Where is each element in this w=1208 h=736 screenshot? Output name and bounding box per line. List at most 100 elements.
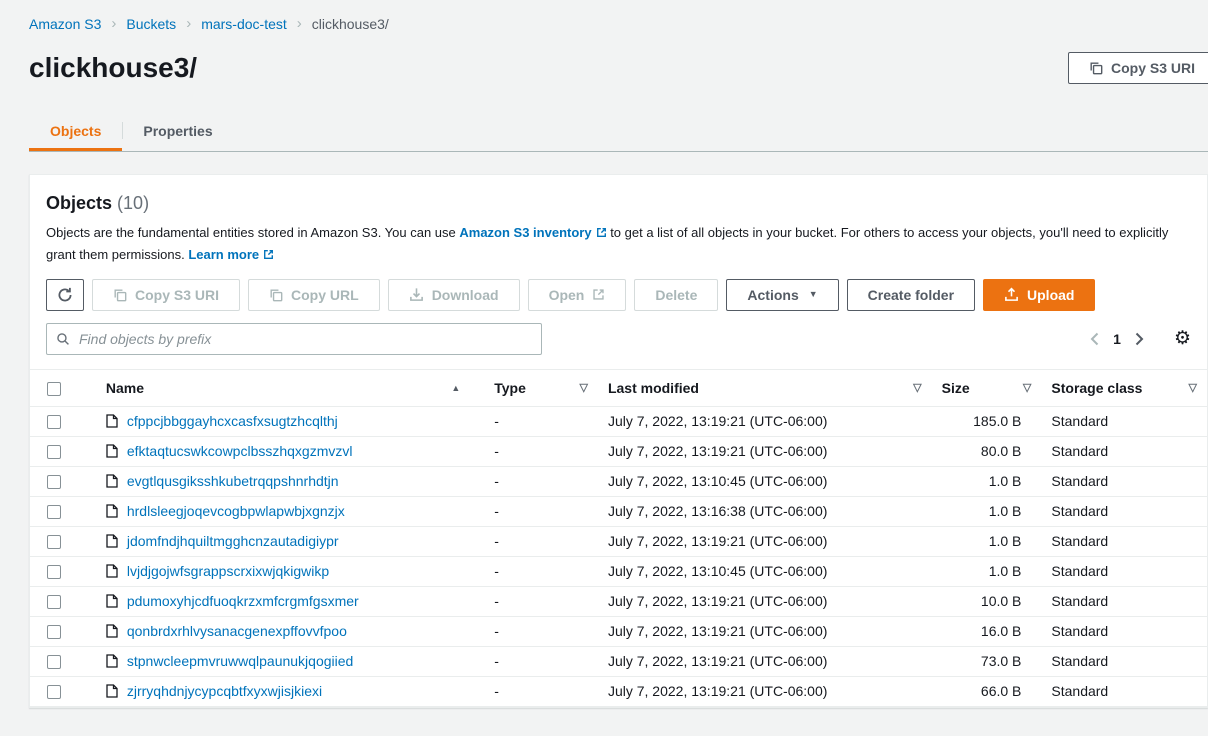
header-actions: Copy S3 URI: [1068, 52, 1208, 84]
select-all-checkbox[interactable]: [47, 382, 61, 396]
object-name-link[interactable]: lvjdjgojwfsgrappscrxixwjqkigwikp: [127, 563, 329, 579]
column-header-name[interactable]: Name ▲: [96, 369, 484, 406]
copy-s3-uri-label: Copy S3 URI: [1111, 61, 1195, 75]
description-text-1: Objects are the fundamental entities sto…: [46, 225, 459, 240]
row-checkbox[interactable]: [47, 625, 61, 639]
object-name-link[interactable]: cfppcjbbggayhcxcasfxsugtzhcqlthj: [127, 413, 338, 429]
object-storage-class: Standard: [1041, 556, 1207, 586]
object-size: 66.0 B: [932, 676, 1042, 706]
sort-toggle-icon[interactable]: ▽: [913, 381, 921, 394]
tab-objects[interactable]: Objects: [29, 110, 122, 151]
breadcrumb-current-clickhouse3: clickhouse3/: [312, 16, 389, 32]
download-icon: [409, 287, 424, 302]
copy-icon: [113, 288, 127, 302]
chevron-right-icon: ›: [297, 15, 302, 32]
breadcrumb-link-amazon-s3[interactable]: Amazon S3: [29, 16, 101, 32]
refresh-icon: [57, 287, 73, 303]
object-storage-class: Standard: [1041, 586, 1207, 616]
object-size: 1.0 B: [932, 466, 1042, 496]
object-name-link[interactable]: evgtlqusgiksshkubetrqqpshnrhdtjn: [127, 473, 339, 489]
sort-toggle-icon[interactable]: ▽: [579, 381, 587, 394]
row-checkbox[interactable]: [47, 685, 61, 699]
table-row: efktaqtucswkcowpclbsszhqxgzmvzvl - July …: [30, 436, 1207, 466]
copy-s3-uri-header-button[interactable]: Copy S3 URI: [1068, 52, 1208, 84]
tab-properties[interactable]: Properties: [122, 110, 233, 151]
column-header-size[interactable]: Size ▽: [932, 369, 1042, 406]
download-button[interactable]: Download: [388, 279, 520, 311]
refresh-button[interactable]: [46, 279, 84, 311]
object-last-modified: July 7, 2022, 13:19:21 (UTC-06:00): [598, 406, 932, 436]
object-type: -: [484, 436, 598, 466]
breadcrumb: Amazon S3 › Buckets › mars-doc-test › cl…: [0, 0, 1208, 32]
object-last-modified: July 7, 2022, 13:16:38 (UTC-06:00): [598, 496, 932, 526]
sort-ascending-icon[interactable]: ▲: [451, 383, 474, 393]
search-box: [46, 323, 542, 355]
object-name-link[interactable]: pdumoxyhjcdfuoqkrzxmfcrgmfgsxmer: [127, 593, 359, 609]
object-name-link[interactable]: stpnwcleepmvruwwqlpaunukjqogiied: [127, 653, 353, 669]
search-input[interactable]: [46, 323, 542, 355]
object-type: -: [484, 646, 598, 676]
object-name-link[interactable]: jdomfndjhquiltmgghcnzautadigiypr: [127, 533, 339, 549]
upload-button[interactable]: Upload: [983, 279, 1095, 311]
learn-more-link[interactable]: Learn more: [188, 247, 274, 262]
object-type: -: [484, 586, 598, 616]
file-icon: [106, 444, 118, 458]
search-icon: [56, 332, 70, 349]
row-checkbox[interactable]: [47, 415, 61, 429]
file-icon: [106, 564, 118, 578]
object-type: -: [484, 556, 598, 586]
chevron-left-icon: [1090, 332, 1099, 346]
next-page-button[interactable]: [1135, 332, 1144, 346]
column-label-name: Name: [106, 380, 144, 396]
object-storage-class: Standard: [1041, 676, 1207, 706]
object-size: 1.0 B: [932, 526, 1042, 556]
column-label-storage-class: Storage class: [1051, 380, 1142, 396]
object-name-link[interactable]: zjrryqhdnjycypcqbtfxyxwjisjkiexi: [127, 683, 322, 699]
row-checkbox[interactable]: [47, 475, 61, 489]
object-name-link[interactable]: efktaqtucswkcowpclbsszhqxgzmvzvl: [127, 443, 353, 459]
object-size: 80.0 B: [932, 436, 1042, 466]
object-last-modified: July 7, 2022, 13:10:45 (UTC-06:00): [598, 556, 932, 586]
copy-s3-uri-button[interactable]: Copy S3 URI: [92, 279, 240, 311]
upload-icon: [1004, 287, 1019, 302]
delete-button[interactable]: Delete: [634, 279, 718, 311]
object-name-link[interactable]: hrdlsleegjoqevcogbpwlapwbjxgnzjx: [127, 503, 345, 519]
chevron-right-icon: [1135, 332, 1144, 346]
objects-count: (10): [117, 193, 149, 213]
copy-url-button[interactable]: Copy URL: [248, 279, 380, 311]
object-type: -: [484, 676, 598, 706]
chevron-right-icon: ›: [186, 15, 191, 32]
object-name-link[interactable]: qonbrdxrhlvysanacgenexpffovvfpoo: [127, 623, 347, 639]
row-checkbox[interactable]: [47, 505, 61, 519]
row-checkbox[interactable]: [47, 535, 61, 549]
amazon-s3-inventory-link[interactable]: Amazon S3 inventory: [459, 225, 606, 240]
table-row: evgtlqusgiksshkubetrqqpshnrhdtjn - July …: [30, 466, 1207, 496]
objects-table: Name ▲ Type ▽ Last modified ▽: [30, 369, 1207, 707]
sort-toggle-icon[interactable]: ▽: [1023, 381, 1031, 394]
column-header-last-modified[interactable]: Last modified ▽: [598, 369, 932, 406]
column-header-storage-class[interactable]: Storage class ▽: [1041, 369, 1207, 406]
table-row: zjrryqhdnjycypcqbtfxyxwjisjkiexi - July …: [30, 676, 1207, 706]
preferences-gear-icon[interactable]: ⚙: [1174, 329, 1191, 348]
row-checkbox[interactable]: [47, 445, 61, 459]
current-page-number[interactable]: 1: [1113, 331, 1121, 347]
breadcrumb-link-mars-doc-test[interactable]: mars-doc-test: [201, 16, 287, 32]
external-link-icon: [592, 288, 605, 301]
sort-toggle-icon[interactable]: ▽: [1189, 381, 1197, 394]
chevron-right-icon: ›: [111, 15, 116, 32]
actions-dropdown-button[interactable]: Actions ▼: [726, 279, 838, 311]
search-row: 1 ⚙: [46, 323, 1191, 355]
row-checkbox[interactable]: [47, 565, 61, 579]
object-last-modified: July 7, 2022, 13:19:21 (UTC-06:00): [598, 646, 932, 676]
breadcrumb-link-buckets[interactable]: Buckets: [126, 16, 176, 32]
object-type: -: [484, 466, 598, 496]
create-folder-button[interactable]: Create folder: [847, 279, 975, 311]
object-size: 16.0 B: [932, 616, 1042, 646]
row-checkbox[interactable]: [47, 595, 61, 609]
previous-page-button[interactable]: [1090, 332, 1099, 346]
row-checkbox[interactable]: [47, 655, 61, 669]
open-button[interactable]: Open: [528, 279, 627, 311]
column-header-type[interactable]: Type ▽: [484, 369, 598, 406]
pagination: 1 ⚙: [1090, 329, 1191, 348]
table-row: qonbrdxrhlvysanacgenexpffovvfpoo - July …: [30, 616, 1207, 646]
